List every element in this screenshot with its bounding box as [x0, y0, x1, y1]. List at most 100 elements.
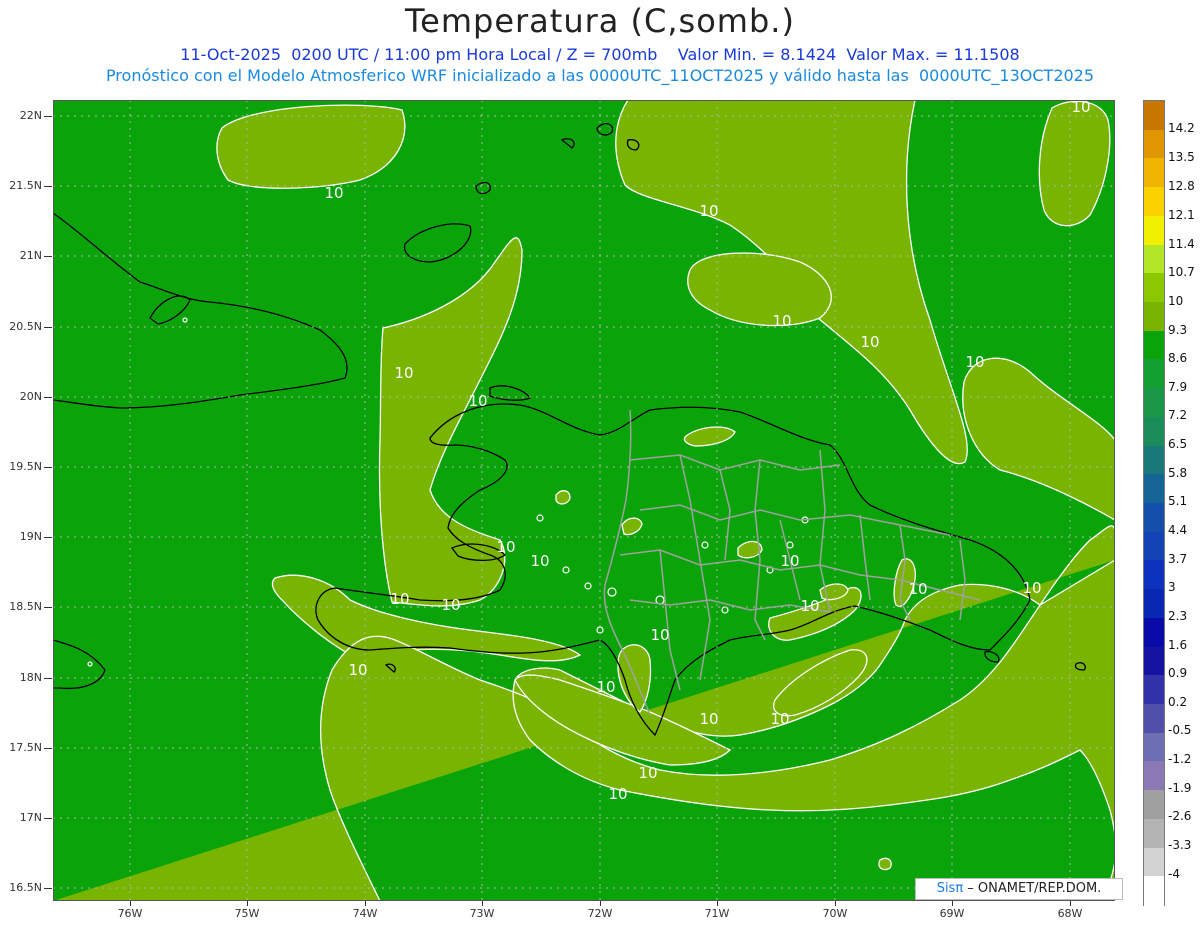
colorbar-label: 1.6	[1168, 638, 1188, 652]
colorbar-label: 2.3	[1168, 609, 1188, 623]
lat-label-16-5n: 16.5N	[9, 881, 42, 894]
lon-label-72w: 72W	[587, 907, 613, 920]
colorbar-segment	[1144, 187, 1164, 217]
contour-label: 10	[394, 364, 413, 382]
colorbar-segment	[1144, 244, 1164, 274]
colorbar-segment	[1144, 273, 1164, 303]
lat-tick	[44, 748, 52, 749]
region-small-coast-1	[555, 490, 571, 505]
contour-label: 10	[1071, 100, 1090, 116]
contour-label: 10	[596, 678, 615, 696]
contour-label: 10	[770, 710, 789, 728]
contour-label: 10	[324, 184, 343, 202]
region-small-south-1	[878, 857, 892, 871]
lat-tick	[44, 327, 52, 328]
lat-tick	[44, 818, 52, 819]
lat-label-18-5n: 18.5N	[9, 600, 42, 613]
colorbar-label: 5.1	[1168, 494, 1188, 508]
colorbar-label: 10	[1168, 294, 1184, 308]
colorbar-label: -0.5	[1168, 723, 1192, 737]
map-subtitle-time-range: 11-Oct-2025 0200 UTC / 11:00 pm Hora Loc…	[180, 45, 1020, 64]
contour-label: 10	[650, 626, 669, 644]
lat-label-17-5n: 17.5N	[9, 741, 42, 754]
colorbar-segment	[1144, 302, 1164, 332]
lon-tick	[247, 901, 248, 906]
colorbar-segment	[1144, 876, 1164, 906]
lon-label-73w: 73W	[469, 907, 495, 920]
map-subtitle-model-info: Pronóstico con el Modelo Atmosferico WRF…	[105, 66, 1095, 85]
lon-tick	[130, 901, 131, 906]
lon-label-68w: 68W	[1057, 907, 1083, 920]
colorbar-segment	[1144, 388, 1164, 418]
lon-tick	[835, 901, 836, 906]
credit-box: Sisπ – ONAMET/REP.DOM.	[915, 878, 1123, 900]
credit-brand: Sisπ	[936, 881, 964, 896]
contour-label: 10	[468, 392, 487, 410]
colorbar-segment	[1144, 589, 1164, 619]
lon-label-69w: 69W	[939, 907, 965, 920]
contour-label: 10	[441, 596, 460, 614]
colorbar-label: 14.2	[1168, 121, 1195, 135]
contour-label: 10	[496, 538, 515, 556]
colorbar-segment	[1144, 790, 1164, 820]
colorbar-segment	[1144, 847, 1164, 877]
contour-label: 10	[699, 202, 718, 220]
contour-label: 10	[608, 785, 627, 803]
lon-label-70w: 70W	[822, 907, 848, 920]
contour-label: 10	[390, 590, 409, 608]
colorbar-segment	[1144, 158, 1164, 188]
lat-tick	[44, 116, 52, 117]
lon-tick	[1070, 901, 1071, 906]
colorbar-segment	[1144, 761, 1164, 791]
colorbar-label: 3	[1168, 580, 1176, 594]
colorbar-segment	[1144, 503, 1164, 533]
temperature-map: 10 10 10 10 10 10 10 10 10 10 10 10 10 1…	[53, 100, 1115, 901]
lat-tick	[44, 397, 52, 398]
colorbar-label: -3.3	[1168, 838, 1192, 852]
contour-label: 10	[965, 353, 984, 371]
colorbar-label: 4.4	[1168, 523, 1188, 537]
lat-label-20-5n: 20.5N	[9, 320, 42, 333]
colorbar-label: 9.3	[1168, 323, 1188, 337]
colorbar-segment	[1144, 330, 1164, 361]
lon-tick	[600, 901, 601, 906]
contour-label: 10	[699, 710, 718, 728]
colorbar-label: -2.6	[1168, 809, 1192, 823]
map-title: Temperatura (C,somb.)	[405, 2, 795, 40]
colorbar-label: 11.4	[1168, 237, 1195, 251]
colorbar-segment	[1144, 560, 1164, 590]
contour-label: 10	[800, 597, 819, 615]
lat-label-22n: 22N	[19, 109, 42, 122]
colorbar-segment	[1144, 215, 1164, 246]
contour-label: 10	[348, 661, 367, 679]
colorbar-segment	[1144, 531, 1164, 562]
contour-label: 10	[908, 580, 927, 598]
lon-tick	[952, 901, 953, 906]
lat-tick	[44, 186, 52, 187]
contour-label: 10	[780, 552, 799, 570]
colorbar-label: 8.6	[1168, 351, 1188, 365]
lat-tick	[44, 888, 52, 889]
lon-label-76w: 76W	[117, 907, 143, 920]
colorbar-label: 5.8	[1168, 466, 1188, 480]
colorbar-segment	[1144, 732, 1164, 763]
lon-tick	[717, 901, 718, 906]
colorbar-segment	[1144, 474, 1164, 504]
colorbar-label: 12.1	[1168, 208, 1195, 222]
colorbar-label: -4	[1168, 867, 1180, 881]
colorbar	[1143, 100, 1165, 906]
contour-label: 10	[1022, 579, 1041, 597]
lat-label-21-5n: 21.5N	[9, 179, 42, 192]
contour-label: 10	[772, 312, 791, 330]
colorbar-label: -1.9	[1168, 781, 1192, 795]
colorbar-label: 0.2	[1168, 695, 1188, 709]
colorbar-segment	[1144, 675, 1164, 705]
colorbar-label: 10.7	[1168, 265, 1195, 279]
lat-label-19-5n: 19.5N	[9, 460, 42, 473]
colorbar-segment	[1144, 646, 1164, 676]
colorbar-segment	[1144, 416, 1164, 447]
colorbar-label: 7.9	[1168, 380, 1188, 394]
lat-tick	[44, 537, 52, 538]
lat-label-19n: 19N	[19, 530, 42, 543]
contour-label: 10	[638, 764, 657, 782]
